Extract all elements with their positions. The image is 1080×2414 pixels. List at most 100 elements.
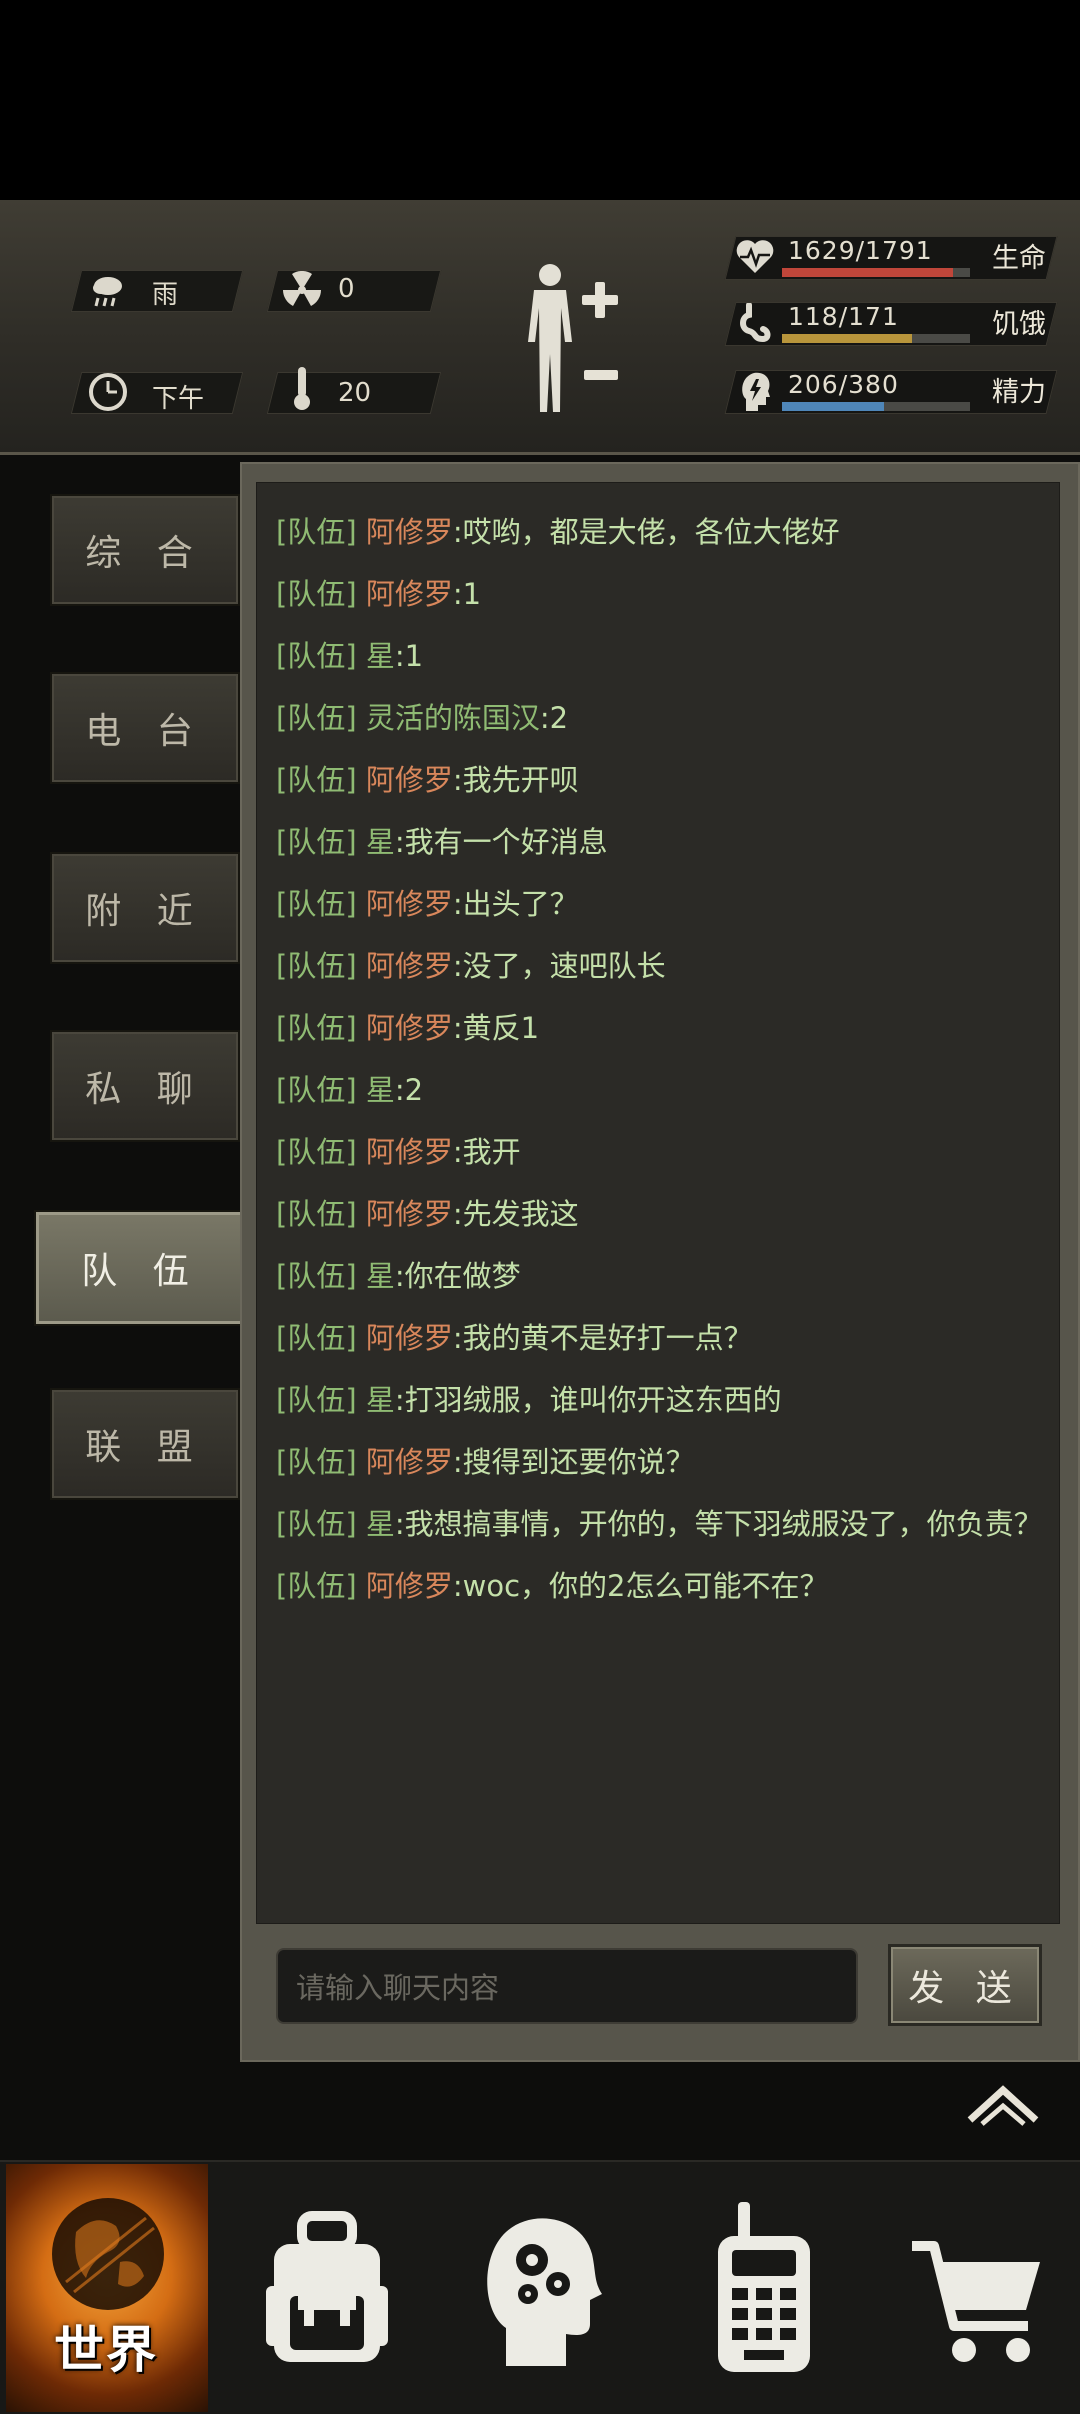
radiation-icon xyxy=(280,268,324,312)
chat-message: [队伍] 星:2 xyxy=(276,1070,423,1110)
health-value: 1629/1791 xyxy=(788,236,933,265)
chat-message: [队伍] 阿修罗:哎哟，都是大佬，各位大佬好 xyxy=(276,512,840,552)
chat-sender-name[interactable]: 阿修罗 xyxy=(366,1011,453,1045)
hunger-value: 118/171 xyxy=(788,302,899,331)
chat-channel-tag: [队伍] xyxy=(276,1383,357,1417)
chat-message-text: :先发我这 xyxy=(452,1197,579,1231)
nav-radio[interactable] xyxy=(688,2196,838,2376)
chat-channel-tag: [队伍] xyxy=(276,1259,357,1293)
chat-channel-tag: [队伍] xyxy=(276,577,357,611)
send-button[interactable]: 发 送 xyxy=(888,1944,1042,2026)
chat-message: [队伍] 阿修罗:出头了？ xyxy=(276,884,579,924)
chat-channel-tag: [队伍] xyxy=(276,1011,357,1045)
chat-message-text: :搜得到还要你说？ xyxy=(452,1445,695,1479)
chat-channel-tag: [队伍] xyxy=(276,1135,357,1169)
chat-message-text: :我的黄不是好打一点？ xyxy=(452,1321,753,1355)
energy-bar xyxy=(782,402,970,411)
hunger-bar xyxy=(782,334,970,343)
chat-message-text: :没了，速吧队长 xyxy=(452,949,666,983)
chat-message: [队伍] 阿修罗:黄反1 xyxy=(276,1008,539,1048)
plus-icon[interactable] xyxy=(580,280,620,320)
chat-channel-tag: [队伍] xyxy=(276,887,357,921)
energy-label: 精力 xyxy=(992,377,1046,408)
chat-message-text: :打羽绒服，谁叫你开这东西的 xyxy=(394,1383,782,1417)
chat-sender-name[interactable]: 阿修罗 xyxy=(366,515,453,549)
tab-radio[interactable]: 电 台 xyxy=(50,672,240,784)
clock-icon xyxy=(86,370,130,414)
chat-message-text: :黄反1 xyxy=(452,1011,540,1045)
rain-cloud-icon xyxy=(86,268,130,312)
chat-message-text: :2 xyxy=(394,1073,424,1107)
tab-team[interactable]: 队 伍 xyxy=(34,1210,248,1326)
chat-sender-name[interactable]: 阿修罗 xyxy=(366,887,453,921)
walkie-talkie-icon xyxy=(718,2202,810,2372)
chat-sender-name[interactable]: 星 xyxy=(366,639,395,673)
health-label: 生命 xyxy=(992,243,1046,274)
chat-message: [队伍] 星:1 xyxy=(276,636,423,676)
chat-message: [队伍] 阿修罗:我先开呗 xyxy=(276,760,579,800)
chat-sender-name[interactable]: 阿修罗 xyxy=(366,1321,453,1355)
collapse-up-icon[interactable] xyxy=(964,2080,1042,2128)
chat-channel-tag: [队伍] xyxy=(276,1197,357,1231)
chat-sender-name[interactable]: 阿修罗 xyxy=(366,577,453,611)
chat-sender-name[interactable]: 星 xyxy=(366,1507,395,1541)
chat-channel-tag: [队伍] xyxy=(276,763,357,797)
chat-sender-name[interactable]: 星 xyxy=(366,825,395,859)
hunger-stat: 118/171 饥饿 xyxy=(720,296,1070,348)
chat-message-text: :我有一个好消息 xyxy=(394,825,608,859)
stomach-icon xyxy=(732,300,778,346)
nav-backpack[interactable] xyxy=(252,2196,402,2376)
chat-channel-tag: [队伍] xyxy=(276,949,357,983)
nav-skills[interactable] xyxy=(466,2196,616,2376)
chat-message: [队伍] 灵活的陈国汉:2 xyxy=(276,698,568,738)
chat-message: [队伍] 阿修罗:先发我这 xyxy=(276,1194,579,1234)
temperature-value: 20 xyxy=(338,378,372,408)
chat-channel-tag: [队伍] xyxy=(276,1445,357,1479)
chat-input[interactable]: 请输入聊天内容 xyxy=(276,1948,858,2024)
chat-message: [队伍] 阿修罗:1 xyxy=(276,574,481,614)
chat-sender-name[interactable]: 阿修罗 xyxy=(366,1445,453,1479)
body-figure-icon[interactable] xyxy=(520,262,580,422)
chat-message: [队伍] 阿修罗:woc，你的2怎么可能不在？ xyxy=(276,1566,829,1606)
energy-head-icon xyxy=(732,368,778,414)
chat-message-text: :哎哟，都是大佬，各位大佬好 xyxy=(452,515,840,549)
chat-sender-name[interactable]: 阿修罗 xyxy=(366,1135,453,1169)
nav-shop[interactable] xyxy=(904,2196,1054,2376)
chat-message: [队伍] 星:你在做梦 xyxy=(276,1256,521,1296)
chat-message: [队伍] 阿修罗:我的黄不是好打一点？ xyxy=(276,1318,753,1358)
globe-icon xyxy=(52,2198,164,2310)
chat-sender-name[interactable]: 阿修罗 xyxy=(366,1569,453,1603)
chat-sender-name[interactable]: 星 xyxy=(366,1383,395,1417)
chat-sender-name[interactable]: 灵活的陈国汉 xyxy=(366,701,540,735)
weather-text: 雨 xyxy=(152,280,179,310)
chat-channel-tag: [队伍] xyxy=(276,515,357,549)
heart-pulse-icon xyxy=(732,234,778,280)
chat-channel-tag: [队伍] xyxy=(276,639,357,673)
status-bar-area xyxy=(0,0,1080,200)
backpack-icon xyxy=(266,2211,388,2362)
chat-message: [队伍] 星:我有一个好消息 xyxy=(276,822,608,862)
minus-icon[interactable] xyxy=(580,368,620,382)
chat-sender-name[interactable]: 星 xyxy=(366,1073,395,1107)
chat-message: [队伍] 星:我想搞事情，开你的，等下羽绒服没了，你负责？ xyxy=(276,1504,1043,1544)
chat-message-text: :2 xyxy=(539,701,569,735)
tab-general[interactable]: 综 合 xyxy=(50,494,240,606)
chat-sender-name[interactable]: 星 xyxy=(366,1259,395,1293)
chat-message: [队伍] 星:打羽绒服，谁叫你开这东西的 xyxy=(276,1380,782,1420)
energy-stat: 206/380 精力 xyxy=(720,364,1070,416)
tab-alliance[interactable]: 联 盟 xyxy=(50,1388,240,1500)
chat-sender-name[interactable]: 阿修罗 xyxy=(366,763,453,797)
shopping-cart-icon xyxy=(912,2241,1040,2362)
chat-sender-name[interactable]: 阿修罗 xyxy=(366,1197,453,1231)
tab-nearby[interactable]: 附 近 xyxy=(50,852,240,964)
chat-message-text: :出头了？ xyxy=(452,887,579,921)
tab-private-chat[interactable]: 私 聊 xyxy=(50,1030,240,1142)
head-gears-icon xyxy=(487,2218,602,2366)
chat-sender-name[interactable]: 阿修罗 xyxy=(366,949,453,983)
chat-message-text: :1 xyxy=(394,639,424,673)
chat-channel-tag: [队伍] xyxy=(276,701,357,735)
chat-message: [队伍] 阿修罗:搜得到还要你说？ xyxy=(276,1442,695,1482)
chat-message-text: :你在做梦 xyxy=(394,1259,521,1293)
nav-world-label: 世界 xyxy=(54,2321,158,2379)
thermometer-icon xyxy=(280,366,324,410)
